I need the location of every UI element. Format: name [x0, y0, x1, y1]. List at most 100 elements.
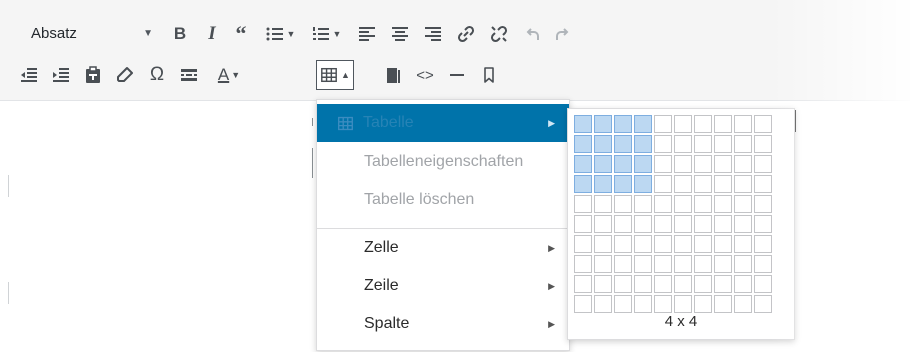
grid-cell[interactable]	[694, 175, 712, 193]
grid-cell[interactable]	[654, 135, 672, 153]
special-character-icon[interactable]: Ω	[142, 60, 172, 90]
paste-text-button[interactable]	[78, 60, 108, 90]
grid-cell[interactable]	[634, 235, 652, 253]
grid-cell[interactable]	[754, 195, 772, 213]
grid-cell[interactable]	[734, 255, 752, 273]
grid-cell[interactable]	[714, 175, 732, 193]
grid-cell[interactable]	[634, 255, 652, 273]
align-center-button[interactable]	[385, 19, 415, 49]
grid-cell[interactable]	[754, 295, 772, 313]
grid-cell[interactable]	[594, 195, 612, 213]
grid-cell[interactable]	[694, 235, 712, 253]
format-select[interactable]: Absatz ▼	[17, 19, 159, 47]
grid-cell[interactable]	[594, 235, 612, 253]
grid-cell[interactable]	[614, 235, 632, 253]
menu-item-row[interactable]: Zeile ▶	[317, 267, 569, 305]
more-tag-button[interactable]	[174, 60, 204, 90]
menu-item-table[interactable]: Tabelle ▶	[317, 104, 569, 142]
grid-cell[interactable]	[654, 295, 672, 313]
grid-cell[interactable]	[714, 155, 732, 173]
horizontal-line-button[interactable]	[442, 60, 472, 90]
grid-cell[interactable]	[694, 155, 712, 173]
grid-cell[interactable]	[694, 135, 712, 153]
grid-cell[interactable]	[574, 175, 592, 193]
grid-cell[interactable]	[574, 115, 592, 133]
grid-cell[interactable]	[654, 235, 672, 253]
grid-cell[interactable]	[614, 155, 632, 173]
numbered-list-button[interactable]: ▼	[304, 19, 348, 49]
grid-cell[interactable]	[714, 215, 732, 233]
grid-cell[interactable]	[754, 175, 772, 193]
grid-cell[interactable]	[694, 215, 712, 233]
grid-cell[interactable]	[594, 115, 612, 133]
grid-cell[interactable]	[654, 195, 672, 213]
grid-cell[interactable]	[694, 275, 712, 293]
unlink-button[interactable]	[484, 19, 514, 49]
grid-cell[interactable]	[674, 195, 692, 213]
grid-cell[interactable]	[714, 255, 732, 273]
grid-cell[interactable]	[714, 115, 732, 133]
grid-cell[interactable]	[574, 255, 592, 273]
grid-cell[interactable]	[694, 195, 712, 213]
grid-cell[interactable]	[594, 135, 612, 153]
grid-cell[interactable]	[714, 135, 732, 153]
grid-cell[interactable]	[614, 275, 632, 293]
grid-cell[interactable]	[754, 215, 772, 233]
grid-cell[interactable]	[754, 155, 772, 173]
grid-cell[interactable]	[634, 115, 652, 133]
grid-cell[interactable]	[634, 275, 652, 293]
grid-cell[interactable]	[574, 235, 592, 253]
grid-cell[interactable]	[694, 295, 712, 313]
grid-cell[interactable]	[654, 175, 672, 193]
grid-cell[interactable]	[674, 115, 692, 133]
grid-cell[interactable]	[734, 175, 752, 193]
italic-button[interactable]: I	[197, 19, 227, 49]
columns-button[interactable]	[378, 60, 408, 90]
grid-cell[interactable]	[574, 135, 592, 153]
menu-item-delete-table[interactable]: Tabelle löschen	[317, 181, 569, 219]
grid-cell[interactable]	[754, 135, 772, 153]
grid-cell[interactable]	[574, 295, 592, 313]
grid-cell[interactable]	[734, 155, 752, 173]
grid-cell[interactable]	[614, 195, 632, 213]
grid-cell[interactable]	[654, 115, 672, 133]
grid-cell[interactable]	[734, 195, 752, 213]
grid-cell[interactable]	[614, 295, 632, 313]
grid-cell[interactable]	[654, 215, 672, 233]
text-color-button[interactable]: A ▼	[206, 60, 252, 90]
outdent-button[interactable]	[14, 60, 44, 90]
grid-cell[interactable]	[694, 255, 712, 273]
align-left-button[interactable]	[352, 19, 382, 49]
bookmark-button[interactable]	[474, 60, 504, 90]
grid-cell[interactable]	[754, 255, 772, 273]
menu-item-column[interactable]: Spalte ▶	[317, 305, 569, 343]
grid-cell[interactable]	[654, 275, 672, 293]
grid-cell[interactable]	[634, 215, 652, 233]
grid-cell[interactable]	[674, 155, 692, 173]
grid-cell[interactable]	[734, 215, 752, 233]
menu-item-table-properties[interactable]: Tabelleneigenschaften	[317, 143, 569, 181]
table-button[interactable]: ▲	[316, 60, 354, 90]
table-size-grid[interactable]	[574, 115, 772, 313]
grid-cell[interactable]	[754, 115, 772, 133]
bold-button[interactable]: B	[165, 19, 195, 49]
grid-cell[interactable]	[634, 175, 652, 193]
grid-cell[interactable]	[654, 255, 672, 273]
grid-cell[interactable]	[594, 275, 612, 293]
grid-cell[interactable]	[714, 195, 732, 213]
grid-cell[interactable]	[674, 275, 692, 293]
grid-cell[interactable]	[594, 255, 612, 273]
grid-cell[interactable]	[674, 295, 692, 313]
menu-item-cell[interactable]: Zelle ▶	[317, 229, 569, 267]
grid-cell[interactable]	[674, 135, 692, 153]
grid-cell[interactable]	[674, 235, 692, 253]
clear-formatting-button[interactable]	[110, 60, 140, 90]
indent-button[interactable]	[46, 60, 76, 90]
redo-button[interactable]	[548, 19, 578, 49]
undo-button[interactable]	[517, 19, 547, 49]
align-right-button[interactable]	[418, 19, 448, 49]
grid-cell[interactable]	[714, 295, 732, 313]
grid-cell[interactable]	[714, 275, 732, 293]
grid-cell[interactable]	[614, 135, 632, 153]
grid-cell[interactable]	[594, 215, 612, 233]
